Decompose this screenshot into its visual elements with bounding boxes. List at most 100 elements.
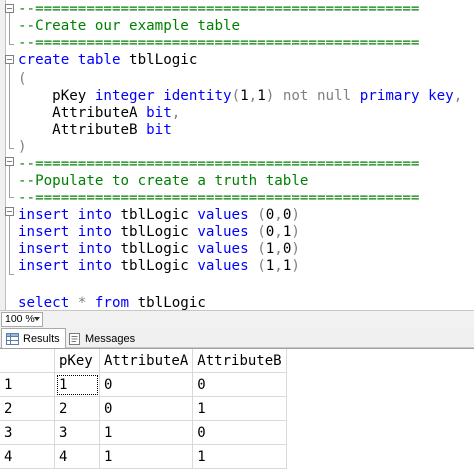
table-cell[interactable]: 1 bbox=[54, 372, 100, 397]
code-token: ( bbox=[257, 258, 266, 274]
results-tabbar: Results Messages bbox=[0, 328, 474, 348]
code-line[interactable]: pKey integer identity(1,1) not null prim… bbox=[18, 87, 462, 105]
table-row[interactable]: 1 1 0 0 bbox=[0, 372, 287, 397]
code-line[interactable]: AttributeB bit bbox=[18, 121, 172, 139]
table-cell[interactable]: 3 bbox=[54, 420, 100, 445]
code-line[interactable]: --======================================… bbox=[18, 189, 419, 207]
code-line[interactable]: --Populate to create a truth table bbox=[18, 172, 308, 190]
code-token: table bbox=[77, 52, 121, 68]
code-token: ) bbox=[291, 207, 300, 223]
outline-line bbox=[9, 64, 10, 149]
zoom-select[interactable]: 100 % bbox=[1, 312, 43, 327]
code-token: tblLogic bbox=[111, 258, 198, 274]
code-token: 1 bbox=[265, 241, 275, 257]
code-token: , bbox=[274, 224, 283, 240]
code-line[interactable]: AttributeA bit, bbox=[18, 104, 180, 122]
code-line[interactable]: ( bbox=[18, 70, 27, 88]
row-number[interactable]: 4 bbox=[0, 444, 55, 469]
code-token: values bbox=[197, 258, 249, 274]
table-cell[interactable]: 1 bbox=[192, 396, 287, 421]
code-token: from bbox=[94, 295, 130, 310]
code-token: integer bbox=[94, 88, 155, 104]
chevron-down-icon[interactable] bbox=[34, 317, 40, 321]
code-token: --======================================… bbox=[18, 35, 420, 51]
code-line[interactable]: create table tblLogic bbox=[18, 51, 197, 69]
corner-cell[interactable] bbox=[0, 349, 55, 373]
code-token: not null bbox=[282, 88, 352, 104]
code-token: into bbox=[77, 207, 112, 223]
code-token: --======================================… bbox=[18, 190, 420, 206]
code-line[interactable]: insert into tblLogic values (1,0) bbox=[18, 240, 300, 258]
code-line[interactable]: insert into tblLogic values (1,1) bbox=[18, 257, 300, 275]
code-token: create bbox=[18, 52, 70, 68]
collapse-icon[interactable] bbox=[5, 207, 14, 216]
outline-line-end bbox=[9, 197, 14, 198]
code-line[interactable]: --Create our example table bbox=[18, 17, 240, 35]
code-token: --======================================… bbox=[18, 1, 420, 17]
tab-results-label: Results bbox=[23, 332, 60, 345]
code-token: into bbox=[77, 224, 112, 240]
code-line[interactable]: insert into tblLogic values (0,0) bbox=[18, 206, 300, 224]
table-cell[interactable]: 4 bbox=[54, 444, 100, 469]
header-row: pKey AttributeA AttributeB bbox=[0, 349, 287, 373]
code-token: 1 bbox=[240, 88, 249, 104]
code-token: insert bbox=[18, 258, 70, 274]
code-token: insert bbox=[18, 207, 70, 223]
column-header[interactable]: AttributeB bbox=[192, 349, 287, 373]
code-token: , bbox=[248, 88, 258, 104]
code-line[interactable]: --======================================… bbox=[18, 0, 419, 18]
code-line[interactable]: --======================================… bbox=[18, 155, 419, 173]
code-token: ( bbox=[257, 207, 266, 223]
code-line[interactable]: select * from tblLogic bbox=[18, 294, 206, 310]
code-token: 1 bbox=[257, 88, 266, 104]
table-cell[interactable]: 1 bbox=[192, 444, 287, 469]
code-token: --Populate to create a truth table bbox=[18, 173, 309, 189]
code-token: AttributeA bbox=[18, 105, 147, 121]
code-token: ( bbox=[18, 71, 27, 87]
code-token: insert bbox=[18, 241, 70, 257]
tab-results[interactable]: Results bbox=[1, 328, 66, 348]
table-row[interactable]: 3 3 1 0 bbox=[0, 420, 287, 445]
table-row[interactable]: 2 2 0 1 bbox=[0, 396, 287, 421]
horizontal-scrollbar[interactable] bbox=[47, 314, 471, 325]
table-cell[interactable]: 2 bbox=[54, 396, 100, 421]
table-cell[interactable]: 0 bbox=[192, 372, 287, 397]
code-token: --Create our example table bbox=[18, 18, 241, 34]
table-row[interactable]: 4 4 1 1 bbox=[0, 444, 287, 469]
code-line[interactable]: ) bbox=[18, 138, 27, 156]
table-cell[interactable]: 1 bbox=[99, 420, 194, 445]
outline-line-end bbox=[9, 274, 14, 275]
row-number[interactable]: 1 bbox=[0, 372, 55, 397]
code-token: tblLogic bbox=[111, 224, 198, 240]
column-header[interactable]: AttributeA bbox=[99, 349, 194, 373]
table-cell[interactable]: 0 bbox=[99, 396, 194, 421]
results-table: pKey AttributeA AttributeB 1 1 0 0 2 2 0… bbox=[0, 349, 287, 469]
collapse-icon[interactable] bbox=[5, 157, 14, 166]
table-cell[interactable]: 1 bbox=[99, 444, 194, 469]
code-token: --======================================… bbox=[18, 156, 420, 172]
code-token: ) bbox=[291, 224, 300, 240]
code-token: , bbox=[274, 207, 283, 223]
outline-line bbox=[9, 216, 10, 274]
code-token: tblLogic bbox=[111, 207, 198, 223]
results-grid[interactable]: pKey AttributeA AttributeB 1 1 0 0 2 2 0… bbox=[0, 348, 474, 469]
row-number[interactable]: 2 bbox=[0, 396, 55, 421]
outline-line-end bbox=[9, 148, 14, 149]
collapse-icon[interactable] bbox=[5, 4, 14, 13]
tab-messages[interactable]: Messages bbox=[64, 329, 140, 348]
collapse-icon[interactable] bbox=[5, 55, 14, 64]
table-cell[interactable]: 0 bbox=[99, 372, 194, 397]
code-line[interactable]: --======================================… bbox=[18, 34, 419, 52]
code-line[interactable]: insert into tblLogic values (0,1) bbox=[18, 223, 300, 241]
query-editor[interactable]: --======================================… bbox=[0, 0, 474, 310]
row-number[interactable]: 3 bbox=[0, 420, 55, 445]
table-cell[interactable]: 0 bbox=[192, 420, 287, 445]
column-header[interactable]: pKey bbox=[54, 349, 100, 373]
code-token: 0 bbox=[265, 207, 275, 223]
